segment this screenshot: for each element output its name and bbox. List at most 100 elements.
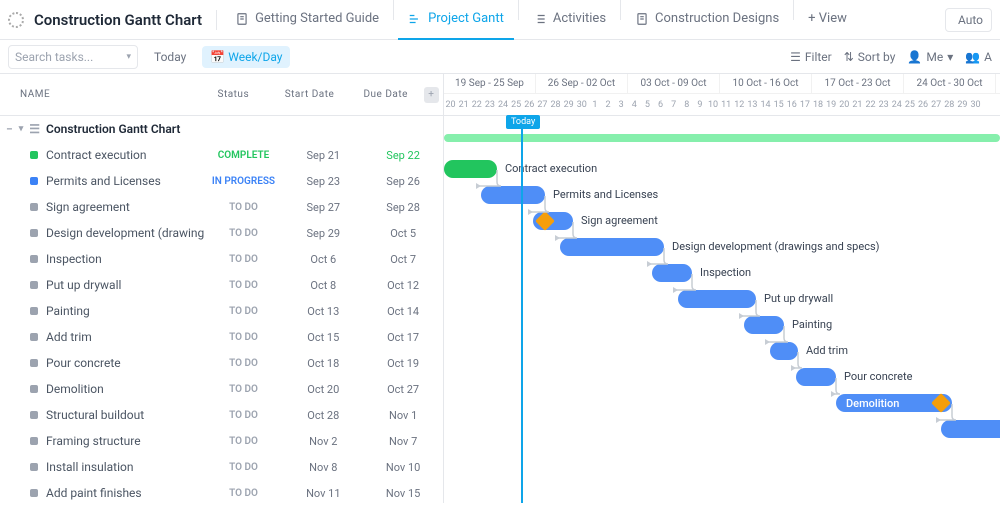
tab-activities[interactable]: Activities bbox=[523, 0, 616, 40]
assignee-button[interactable]: 👥 A bbox=[965, 50, 992, 64]
col-due[interactable]: Due Date bbox=[348, 89, 424, 100]
start-date[interactable]: Sep 29 bbox=[283, 227, 363, 240]
today-button[interactable]: Today bbox=[146, 46, 194, 68]
task-bar[interactable]: Structural buildout bbox=[941, 420, 1000, 438]
task-row[interactable]: Permits and LicensesIN PROGRESSSep 23Sep… bbox=[0, 168, 443, 194]
start-date[interactable]: Nov 11 bbox=[283, 487, 363, 500]
col-name[interactable]: NAME bbox=[0, 89, 195, 100]
col-status[interactable]: Status bbox=[195, 89, 271, 100]
status-cell[interactable]: TO DO bbox=[204, 358, 284, 369]
task-bar[interactable]: Add trim bbox=[770, 342, 798, 360]
task-name: Inspection bbox=[46, 252, 102, 266]
task-row[interactable]: Add trimTO DOOct 15Oct 17 bbox=[0, 324, 443, 350]
status-dot bbox=[30, 229, 38, 237]
scale-button[interactable]: 📅 Week/Day bbox=[202, 46, 290, 68]
status-dot bbox=[30, 333, 38, 341]
collapse-icon[interactable]: − bbox=[6, 122, 13, 136]
column-header: NAME Status Start Date Due Date + bbox=[0, 74, 443, 116]
start-date[interactable]: Oct 13 bbox=[283, 305, 363, 318]
col-start[interactable]: Start Date bbox=[271, 89, 347, 100]
filter-button[interactable]: ☰ Filter bbox=[790, 50, 832, 64]
task-row[interactable]: Pour concreteTO DOOct 18Oct 19 bbox=[0, 350, 443, 376]
task-name: Install insulation bbox=[46, 460, 133, 474]
task-row[interactable]: Put up drywallTO DOOct 8Oct 12 bbox=[0, 272, 443, 298]
group-row[interactable]: − ▾ ☰ Construction Gantt Chart bbox=[0, 116, 443, 142]
start-date[interactable]: Oct 20 bbox=[283, 383, 363, 396]
status-cell[interactable]: TO DO bbox=[204, 462, 284, 473]
due-date[interactable]: Sep 22 bbox=[363, 149, 443, 162]
due-date[interactable]: Oct 5 bbox=[363, 227, 443, 240]
due-date[interactable]: Nov 1 bbox=[363, 409, 443, 422]
status-cell[interactable]: TO DO bbox=[204, 384, 284, 395]
task-bar[interactable]: Contract execution bbox=[444, 160, 497, 178]
start-date[interactable]: Nov 8 bbox=[283, 461, 363, 474]
task-bar[interactable]: Permits and Licenses bbox=[481, 186, 545, 204]
status-cell[interactable]: IN PROGRESS bbox=[204, 176, 284, 187]
task-bar[interactable]: Put up drywall bbox=[678, 290, 756, 308]
day-cell: 29 bbox=[956, 94, 969, 115]
start-date[interactable]: Sep 23 bbox=[283, 175, 363, 188]
task-row[interactable]: Install insulation TO DONov 8Nov 10 bbox=[0, 454, 443, 480]
status-cell[interactable]: TO DO bbox=[204, 410, 284, 421]
task-bar[interactable]: Inspection bbox=[652, 264, 692, 282]
due-date[interactable]: Oct 7 bbox=[363, 253, 443, 266]
calendar-icon: 📅 bbox=[210, 50, 225, 64]
task-row[interactable]: Contract executionCOMPLETESep 21Sep 22 bbox=[0, 142, 443, 168]
status-cell[interactable]: TO DO bbox=[204, 202, 284, 213]
task-bar[interactable]: Painting bbox=[744, 316, 784, 334]
status-cell[interactable]: TO DO bbox=[204, 254, 284, 265]
group-bar[interactable] bbox=[444, 134, 1000, 142]
add-column-button[interactable]: + bbox=[424, 87, 439, 103]
tab-construction-designs[interactable]: Construction Designs bbox=[625, 0, 789, 40]
due-date[interactable]: Nov 15 bbox=[363, 487, 443, 500]
start-date[interactable]: Oct 15 bbox=[283, 331, 363, 344]
tab-getting-started-guide[interactable]: Getting Started Guide bbox=[225, 0, 389, 40]
start-date[interactable]: Sep 27 bbox=[283, 201, 363, 214]
start-date[interactable]: Oct 6 bbox=[283, 253, 363, 266]
task-row[interactable]: DemolitionTO DOOct 20Oct 27 bbox=[0, 376, 443, 402]
day-cell: 26 bbox=[917, 94, 930, 115]
start-date[interactable]: Oct 28 bbox=[283, 409, 363, 422]
task-row[interactable]: Framing structureTO DONov 2Nov 7 bbox=[0, 428, 443, 454]
status-cell[interactable]: TO DO bbox=[204, 280, 284, 291]
due-date[interactable]: Nov 7 bbox=[363, 435, 443, 448]
task-row[interactable]: Add paint finishesTO DONov 11Nov 15 bbox=[0, 480, 443, 506]
status-dot bbox=[30, 203, 38, 211]
status-cell[interactable]: TO DO bbox=[204, 228, 284, 239]
gantt-row: Contract execution bbox=[444, 156, 1000, 182]
sort-button[interactable]: ⇅ Sort by bbox=[844, 50, 896, 64]
due-date[interactable]: Nov 10 bbox=[363, 461, 443, 474]
loading-icon bbox=[8, 12, 24, 28]
gantt-row: Painting bbox=[444, 312, 1000, 338]
start-date[interactable]: Oct 8 bbox=[283, 279, 363, 292]
due-date[interactable]: Oct 17 bbox=[363, 331, 443, 344]
gantt-pane[interactable]: 19 Sep - 25 Sep26 Sep - 02 Oct03 Oct - 0… bbox=[444, 74, 1000, 503]
status-dot bbox=[30, 489, 38, 497]
task-bar[interactable]: Design development (drawings and specs) bbox=[560, 238, 664, 256]
status-cell[interactable]: COMPLETE bbox=[204, 150, 284, 161]
me-filter-button[interactable]: 👤 Me ▾ bbox=[907, 50, 953, 64]
status-cell[interactable]: TO DO bbox=[204, 436, 284, 447]
due-date[interactable]: Oct 12 bbox=[363, 279, 443, 292]
task-row[interactable]: Structural buildoutTO DOOct 28Nov 1 bbox=[0, 402, 443, 428]
tab-project-gantt[interactable]: Project Gantt bbox=[398, 0, 514, 40]
due-date[interactable]: Oct 27 bbox=[363, 383, 443, 396]
automation-button[interactable]: Auto bbox=[945, 8, 992, 32]
due-date[interactable]: Sep 28 bbox=[363, 201, 443, 214]
task-row[interactable]: Inspection TO DOOct 6Oct 7 bbox=[0, 246, 443, 272]
start-date[interactable]: Sep 21 bbox=[283, 149, 363, 162]
start-date[interactable]: Nov 2 bbox=[283, 435, 363, 448]
task-bar[interactable]: Pour concrete bbox=[796, 368, 836, 386]
due-date[interactable]: Sep 26 bbox=[363, 175, 443, 188]
task-row[interactable]: PaintingTO DOOct 13Oct 14 bbox=[0, 298, 443, 324]
due-date[interactable]: Oct 14 bbox=[363, 305, 443, 318]
status-cell[interactable]: TO DO bbox=[204, 306, 284, 317]
due-date[interactable]: Oct 19 bbox=[363, 357, 443, 370]
tab--view[interactable]: + View bbox=[798, 0, 857, 40]
task-row[interactable]: Design development (drawings an...TO DOS… bbox=[0, 220, 443, 246]
status-cell[interactable]: TO DO bbox=[204, 488, 284, 499]
search-input[interactable]: Search tasks... ▾ bbox=[8, 45, 138, 69]
task-row[interactable]: Sign agreementTO DOSep 27Sep 28 bbox=[0, 194, 443, 220]
start-date[interactable]: Oct 18 bbox=[283, 357, 363, 370]
status-cell[interactable]: TO DO bbox=[204, 332, 284, 343]
